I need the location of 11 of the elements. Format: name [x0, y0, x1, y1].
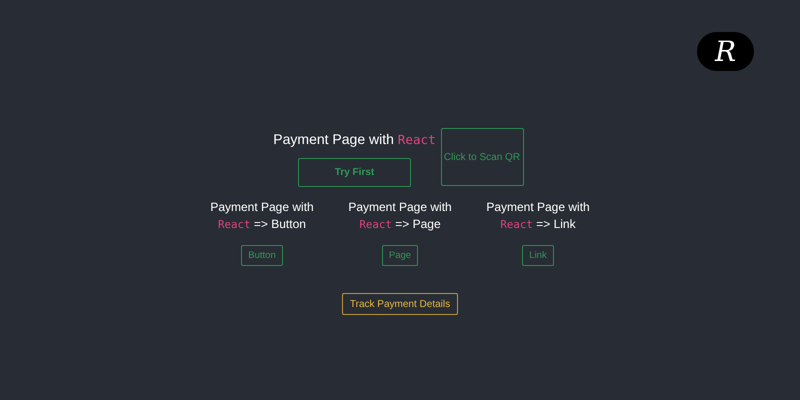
section-heading: Payment Page with React => Link	[486, 199, 590, 233]
demo-button[interactable]: Link	[522, 245, 554, 266]
track-payment-button[interactable]: Track Payment Details	[342, 293, 458, 315]
logo: R	[697, 32, 754, 71]
section-heading: Payment Page with React => Page	[348, 199, 452, 233]
page-title: Payment Page with React	[273, 130, 436, 149]
demo-button[interactable]: Button	[241, 245, 283, 266]
section-heading: Payment Page with React => Button	[210, 199, 314, 233]
scan-qr-button[interactable]: Click to Scan QR	[440, 128, 524, 186]
demo-button[interactable]: Page	[382, 245, 418, 266]
try-first-button[interactable]: Try First	[298, 158, 411, 187]
